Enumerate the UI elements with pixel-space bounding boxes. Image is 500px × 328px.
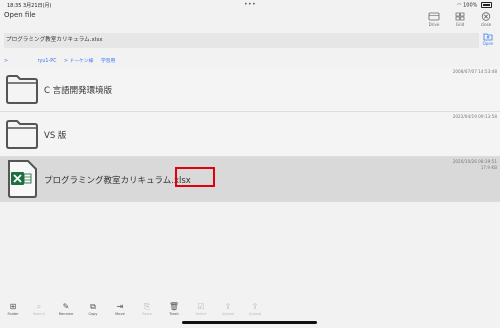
wifi-icon: ◠ [457,2,462,9]
open-button[interactable]: Open [480,32,496,46]
toolbar-label: Trash [169,312,179,316]
close-button[interactable]: close [476,12,496,27]
breadcrumb-item-pc[interactable]: ryu1-PC [38,59,57,64]
file-size: 17.9 KB [480,165,497,170]
toolbar-move-button[interactable]: ⇥ Move [110,302,130,316]
toolbar-folder-button[interactable]: ⊞ Folder [3,302,23,316]
toolbar-label: Search [32,312,46,316]
drive-label: Drive [428,22,440,27]
toolbar-label: Move [115,312,125,316]
toolbar-label: Paste [142,312,152,316]
page-title: Open file [4,11,36,19]
grid-button[interactable]: Grid [450,12,470,27]
search-icon: ⌕ [36,302,42,311]
file-date: 2008/07/07 14:53:48 [452,69,497,74]
file-list: C 言語開発環境版 2008/07/07 14:53:48 VS 版 2022/… [0,67,500,202]
file-name: C 言語開発環境版 [44,86,113,96]
breadcrumb-item-folder[interactable]: 学習用 [101,59,115,64]
toolbar-paste-button[interactable]: ⎘ Paste [137,302,157,316]
select-icon: ☑ [197,302,205,311]
file-name: プログラミング教室カリキュラム.xlsx [44,176,191,186]
move-icon: ⇥ [116,302,124,311]
file-row-folder-c[interactable]: C 言語開発環境版 2008/07/07 14:53:48 [0,67,500,112]
copy-icon: ⧉ [90,302,96,311]
toolbar-label: Upload [221,312,235,316]
breadcrumb: > ryu1-PC > ドーケン様 学習用 [4,57,121,64]
battery-percent: 100% [463,2,478,9]
home-indicator[interactable] [182,321,317,324]
open-icon [483,33,493,41]
toolbar-label: Select [195,312,207,316]
file-path-field[interactable]: プログラミング教室カリキュラム.xlsx [4,33,479,48]
toolbar-trash-button[interactable]: 🗑 Trash [164,302,184,316]
file-row-xlsx[interactable]: プログラミング教室カリキュラム.xlsx 2020/10/26 08:39:51… [0,157,500,202]
drive-button[interactable]: Drive [424,12,444,27]
toolbar-label: Copy [88,312,98,316]
file-date: 2022/04/19 09:13:58 [452,114,497,119]
rename-icon: ✎ [62,302,70,311]
folder-icon [6,75,38,104]
upload-icon: ⇪ [224,302,232,311]
grid-icon [455,12,465,21]
breadcrumb-item-share[interactable]: > ドーケン様 [64,59,93,64]
folder-icon [6,120,38,149]
file-name: VS 版 [44,131,67,141]
new-folder-icon: ⊞ [9,302,17,311]
paste-icon: ⎘ [143,302,151,311]
toolbar-search-button[interactable]: ⌕ Search [29,302,49,316]
status-right: ◠ 100% [457,2,492,9]
toolbar-upload-button-2[interactable]: ⇪ Upload [245,302,265,316]
open-label: Open [482,41,494,46]
excel-file-icon [8,160,37,198]
drive-icon [428,12,440,21]
toolbar-rename-button[interactable]: ✎ Rename [56,302,76,316]
highlight-box [175,167,215,187]
toolbar-select-button[interactable]: ☑ Select [191,302,211,316]
bottom-toolbar: ⊞ Folder ⌕ Search ✎ Rename ⧉ Copy ⇥ Move ⎘ Pas… [0,300,270,320]
toolbar-label: Upload [248,312,262,316]
close-icon [481,12,491,21]
file-date: 2020/10/26 08:39:51 [452,159,497,164]
multitask-dots[interactable]: ••• [244,1,256,8]
toolbar-upload-button[interactable]: ⇪ Upload [218,302,238,316]
trash-icon: 🗑 [168,302,180,311]
breadcrumb-root[interactable]: > [4,59,8,64]
toolbar-label: Rename [58,312,74,316]
status-bar: 18:35 3月21日(月) ••• ◠ 100% [0,0,500,9]
toolbar-label: Folder [7,312,19,316]
toolbar-copy-button[interactable]: ⧉ Copy [83,302,103,316]
upload-icon: ⇪ [251,302,259,311]
battery-icon [481,2,492,8]
status-time: 18:35 3月21日(月) [7,3,52,9]
file-row-folder-vs[interactable]: VS 版 2022/04/19 09:13:58 [0,112,500,157]
grid-label: Grid [455,22,465,27]
close-label: close [480,22,492,27]
